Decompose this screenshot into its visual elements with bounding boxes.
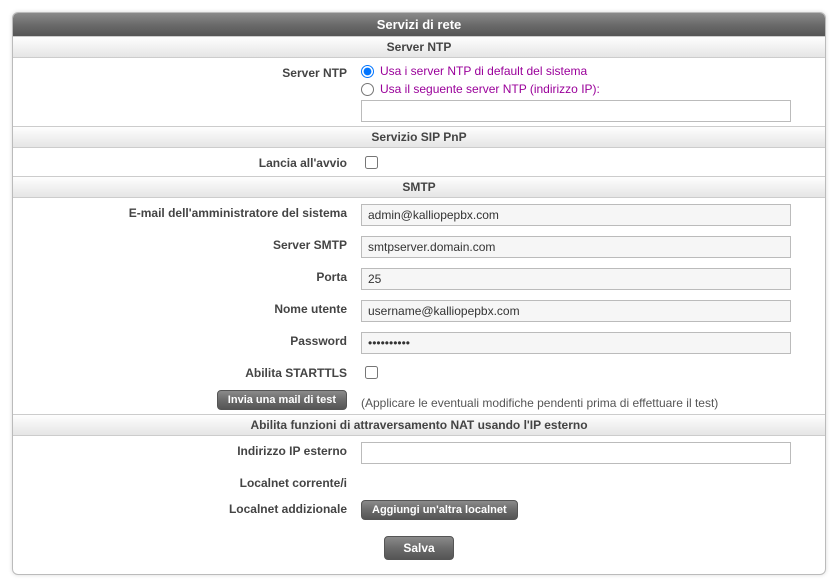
ntp-option-default-label: Usa i server NTP di default del sistema [380,64,587,78]
field-ntp: Usa i server NTP di default del sistema … [361,62,817,122]
ntp-radio-custom[interactable] [361,83,374,96]
label-smtp-server: Server SMTP [21,234,361,252]
starttls-checkbox[interactable] [365,366,378,379]
row-smtp-admin-email: E-mail dell'amministratore del sistema [13,198,825,230]
admin-email-input[interactable] [361,204,791,226]
ntp-radio-default[interactable] [361,65,374,78]
smtp-server-input[interactable] [361,236,791,258]
row-smtp-password: Password [13,326,825,358]
label-external-ip: Indirizzo IP esterno [21,440,361,458]
field-launch-on-boot [361,152,817,172]
row-smtp-server: Server SMTP [13,230,825,262]
label-launch-on-boot: Lancia all'avvio [21,152,361,170]
row-smtp-starttls: Abilita STARTTLS [13,358,825,386]
send-test-mail-button[interactable]: Invia una mail di test [217,390,347,410]
label-smtp-port: Porta [21,266,361,284]
section-header-sip-pnp: Servizio SIP PnP [13,126,825,148]
row-additional-localnet: Localnet addizionale Aggiungi un'altra l… [13,494,825,524]
add-localnet-button[interactable]: Aggiungi un'altra localnet [361,500,518,520]
label-current-localnet: Localnet corrente/i [21,472,361,490]
section-header-nat: Abilita funzioni di attraversamento NAT … [13,414,825,436]
ntp-option-custom[interactable]: Usa il seguente server NTP (indirizzo IP… [361,82,817,96]
ntp-option-default[interactable]: Usa i server NTP di default del sistema [361,64,817,78]
label-additional-localnet: Localnet addizionale [21,498,361,516]
label-smtp-username: Nome utente [21,298,361,316]
row-ntp: Server NTP Usa i server NTP di default d… [13,58,825,126]
row-smtp-port: Porta [13,262,825,294]
panel-title: Servizi di rete [13,13,825,36]
section-header-ntp: Server NTP [13,36,825,58]
row-smtp-test: Invia una mail di test (Applicare le eve… [13,386,825,414]
smtp-password-input[interactable] [361,332,791,354]
label-smtp-password: Password [21,330,361,348]
ntp-custom-ip-input[interactable] [361,100,791,122]
row-smtp-username: Nome utente [13,294,825,326]
section-header-smtp: SMTP [13,176,825,198]
label-admin-email: E-mail dell'amministratore del sistema [21,202,361,220]
ntp-option-custom-label: Usa il seguente server NTP (indirizzo IP… [380,82,600,96]
launch-on-boot-checkbox[interactable] [365,156,378,169]
row-external-ip: Indirizzo IP esterno [13,436,825,468]
smtp-port-input[interactable] [361,268,791,290]
network-services-panel: Servizi di rete Server NTP Server NTP Us… [12,12,826,575]
label-ntp: Server NTP [21,62,361,80]
row-sip-pnp-launch: Lancia all'avvio [13,148,825,176]
test-mail-note: (Applicare le eventuali modifiche penden… [361,392,718,410]
label-starttls: Abilita STARTTLS [21,362,361,380]
save-row: Salva [13,524,825,574]
row-current-localnet: Localnet corrente/i [13,468,825,494]
external-ip-input[interactable] [361,442,791,464]
save-button[interactable]: Salva [384,536,453,560]
smtp-username-input[interactable] [361,300,791,322]
